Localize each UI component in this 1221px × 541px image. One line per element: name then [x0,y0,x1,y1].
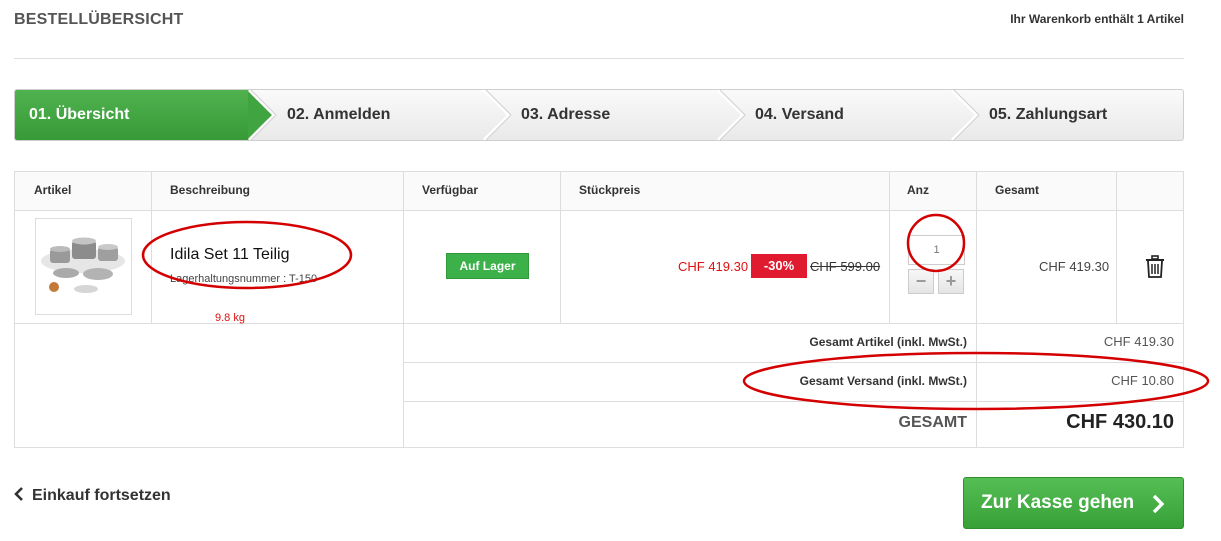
step-separator [247,90,277,140]
step-separator [482,90,512,140]
continue-shopping-link[interactable]: Einkauf fortsetzen [14,487,171,505]
summary-shipping-value: CHF 10.80 [1111,373,1174,388]
chevron-left-icon [14,487,23,501]
grand-total-label: GESAMT [898,414,967,431]
summary-shipping-label: Gesamt Versand (inkl. MwSt.) [799,374,967,388]
col-divider [151,172,152,324]
step-label: 01. Übersicht [29,106,130,123]
step-label: 03. Adresse [521,106,611,123]
row-divider [403,401,1183,402]
step-shipping[interactable]: 04. Versand [755,90,844,140]
step-label: 04. Versand [755,106,844,123]
row-divider [15,323,1183,324]
step-address[interactable]: 03. Adresse [521,90,610,140]
row-divider [15,210,1183,211]
col-divider [1116,172,1117,324]
step-label: 05. Zahlungsart [989,106,1108,123]
step-login[interactable]: 02. Anmelden [287,90,390,140]
header-unit-price: Stückpreis [579,183,641,197]
col-divider [976,172,977,447]
grand-total-value: CHF 430.10 [1066,411,1174,433]
col-divider [889,172,890,324]
continue-shopping-label: Einkauf fortsetzen [32,487,171,504]
price-current: CHF 419.30 [678,259,749,274]
checkout-steps: 01. Übersicht 02. Anmelden 03. Adresse 0… [14,89,1184,141]
quantity-input[interactable]: 1 [908,235,965,265]
cart-table: Artikel Beschreibung Verfügbar Stückprei… [14,171,1184,448]
quantity-decrease-button[interactable]: − [908,269,934,294]
header-qty: Anz [907,183,929,197]
checkout-button[interactable]: Zur Kasse gehen [963,477,1184,529]
line-total: CHF 419.30 [1039,259,1110,274]
step-separator [950,90,980,140]
checkout-button-label: Zur Kasse gehen [981,492,1135,513]
product-thumbnail[interactable] [35,218,132,315]
row-divider [403,362,1183,363]
header-total: Gesamt [995,183,1040,197]
availability-badge: Auf Lager [446,253,529,279]
summary-articles-label: Gesamt Artikel (inkl. MwSt.) [809,335,967,349]
chevron-right-icon [1152,494,1164,514]
col-divider [560,172,561,324]
step-overview[interactable]: 01. Übersicht [15,90,249,140]
col-divider [403,172,404,447]
step-separator [716,90,746,140]
page-title: BESTELLÜBERSICHT [14,11,184,28]
summary-articles-value: CHF 419.30 [1103,334,1174,349]
quantity-increase-button[interactable]: + [938,269,964,294]
product-weight: 9.8 kg [215,312,245,324]
step-payment[interactable]: 05. Zahlungsart [989,90,1107,140]
cookware-set-image [41,237,125,293]
cart-count: Ihr Warenkorb enthält 1 Artikel [1010,12,1184,26]
header-article: Artikel [34,183,72,197]
header-description: Beschreibung [170,183,251,197]
price-original: CHF 599.00 [810,259,881,274]
divider [14,58,1184,59]
product-name[interactable]: Idila Set 11 Teilig [170,246,289,264]
step-label: 02. Anmelden [287,106,391,123]
trash-icon[interactable] [1144,255,1166,279]
product-sku: Lagerhaltungsnummer : T-150 [170,273,318,285]
discount-badge: -30% [751,254,807,278]
header-availability: Verfügbar [422,183,479,197]
